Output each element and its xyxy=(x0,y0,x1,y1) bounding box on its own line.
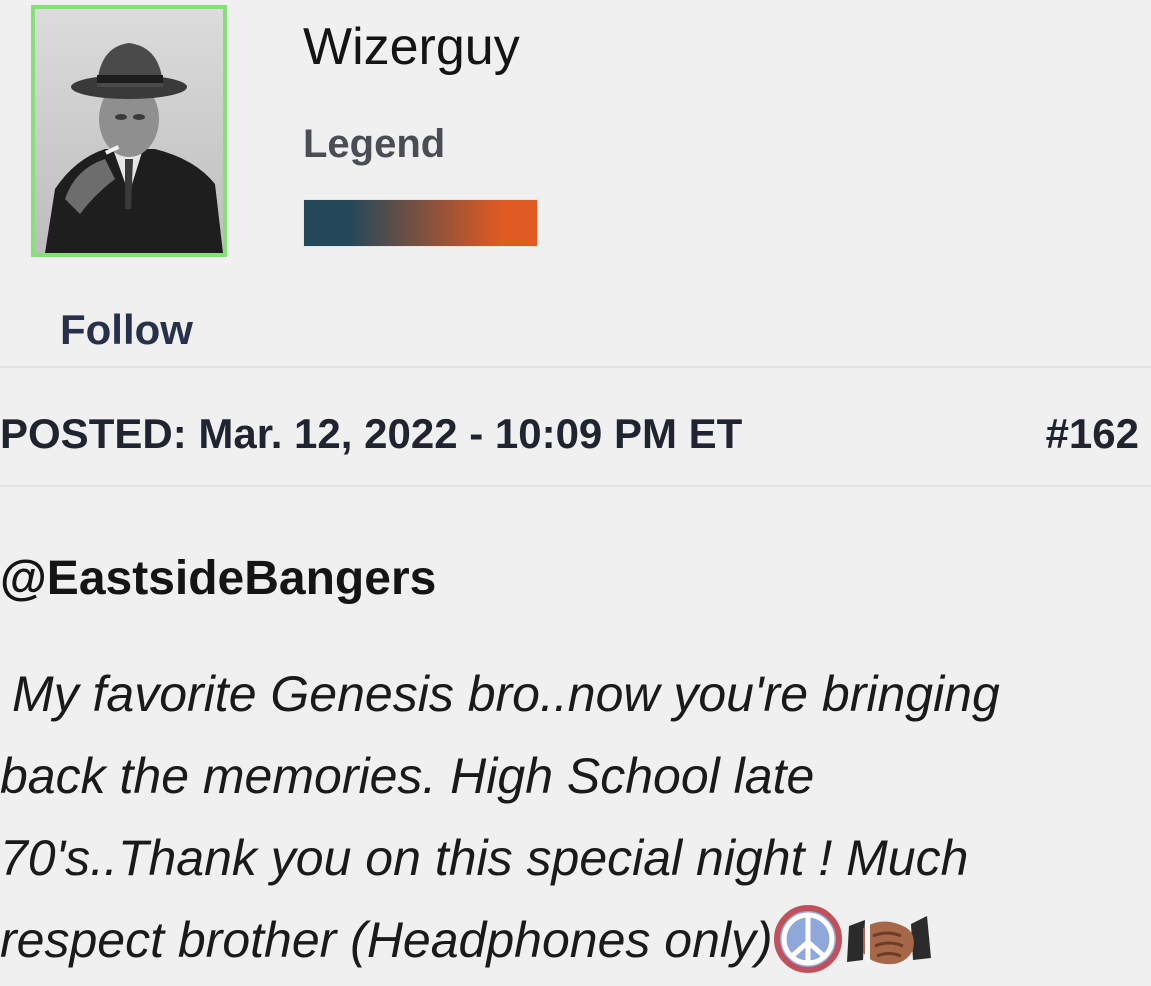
divider xyxy=(0,366,1151,368)
post-number-link[interactable]: #162 xyxy=(1046,408,1139,460)
username[interactable]: Wizerguy xyxy=(303,16,520,78)
post-body-line-last: respect brother (Headphones only) xyxy=(0,899,1151,981)
post-body-line: back the memories. High School late xyxy=(0,748,815,804)
handshake-icon xyxy=(843,906,933,972)
avatar-photo xyxy=(35,9,223,253)
post-body-line-text: respect brother (Headphones only) xyxy=(0,912,773,968)
mention-link[interactable]: @EastsideBangers xyxy=(0,549,436,609)
user-rank: Legend xyxy=(303,122,446,166)
post-body-line: My favorite Genesis bro..now you're brin… xyxy=(12,666,1000,722)
peace-sign-icon xyxy=(773,904,843,974)
rank-badge-bar xyxy=(303,199,538,247)
post-timestamp: POSTED: Mar. 12, 2022 - 10:09 PM ET xyxy=(0,410,743,457)
post-body-line: 70's..Thank you on this special night ! … xyxy=(0,830,969,886)
divider xyxy=(0,485,1151,487)
follow-button[interactable]: Follow xyxy=(60,304,193,356)
post-body: My favorite Genesis bro..now you're brin… xyxy=(0,653,1151,981)
user-avatar[interactable] xyxy=(31,5,227,257)
